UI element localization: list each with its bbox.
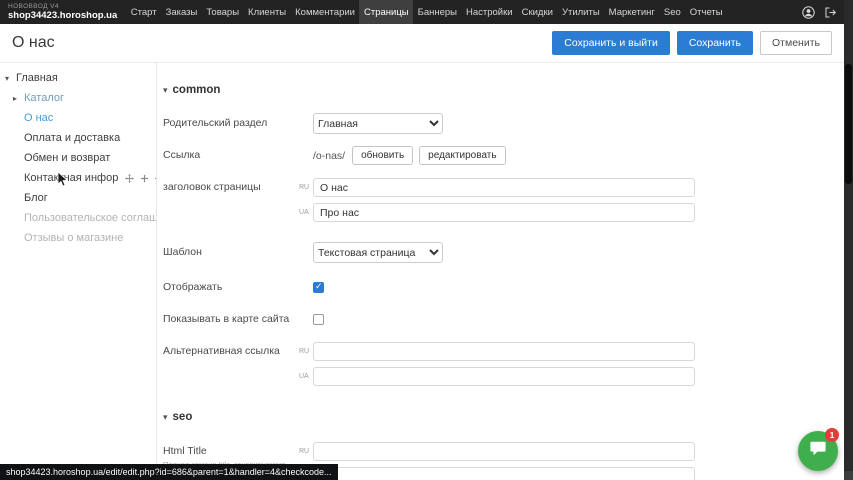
alt-link-ua-input[interactable] bbox=[313, 367, 695, 386]
brand-domain-label: shop34423.horoshop.ua bbox=[8, 11, 117, 21]
app-window: НОВОВВОД V4 shop34423.horoshop.ua Старт … bbox=[0, 0, 853, 480]
sidebar-item-about[interactable]: О нас bbox=[0, 108, 156, 128]
sitemap-label: Показывать в карте сайта bbox=[163, 313, 299, 326]
alt-link-row: Альтернативная ссылка RU UA bbox=[163, 342, 844, 386]
main-menu: Старт Заказы Товары Клиенты Комментарии … bbox=[126, 0, 727, 24]
template-select[interactable]: Текстовая страница bbox=[313, 242, 443, 263]
link-row: Ссылка /o-nas/ обновить редактировать bbox=[163, 146, 844, 165]
save-button[interactable]: Сохранить bbox=[677, 31, 753, 55]
template-label: Шаблон bbox=[163, 246, 299, 259]
sidebar-item-label: Обмен и возврат bbox=[24, 152, 110, 164]
sidebar-item-home[interactable]: ▾ Главная bbox=[0, 68, 156, 88]
page-title-row: заголовок страницы RU UA bbox=[163, 178, 844, 222]
link-refresh-button[interactable]: обновить bbox=[352, 146, 413, 165]
display-row: Отображать bbox=[163, 281, 844, 294]
caret-down-icon[interactable]: ▾ bbox=[5, 74, 14, 83]
lang-ua-label: UA bbox=[299, 373, 310, 380]
display-label: Отображать bbox=[163, 281, 299, 294]
vertical-scrollbar[interactable] bbox=[844, 0, 853, 480]
save-and-exit-button[interactable]: Сохранить и выйти bbox=[552, 31, 670, 55]
html-title-ru-input[interactable] bbox=[313, 442, 695, 461]
nav-banners[interactable]: Баннеры bbox=[413, 0, 461, 24]
nav-clients[interactable]: Клиенты bbox=[244, 0, 291, 24]
link-edit-button[interactable]: редактировать bbox=[419, 146, 505, 165]
caret-down-icon: ▾ bbox=[163, 85, 168, 96]
section-title: common bbox=[173, 84, 221, 96]
sidebar-item-exchange-return[interactable]: Обмен и возврат bbox=[0, 148, 156, 168]
nav-products[interactable]: Товары bbox=[202, 0, 244, 24]
sidebar-item-contact-info[interactable]: Контактная инфор bbox=[0, 168, 156, 188]
parent-section-label: Родительский раздел bbox=[163, 117, 299, 130]
page-edit-form: ▾ common Родительский раздел Главная Ссы… bbox=[157, 63, 844, 480]
page-title-label: заголовок страницы bbox=[163, 178, 299, 194]
brand-block: НОВОВВОД V4 shop34423.horoshop.ua bbox=[0, 4, 126, 21]
alt-link-label: Альтернативная ссылка bbox=[163, 342, 299, 358]
nav-seo[interactable]: Seo bbox=[659, 0, 685, 24]
nav-reports[interactable]: Отчеты bbox=[685, 0, 727, 24]
link-label: Ссылка bbox=[163, 149, 299, 162]
section-title: seo bbox=[173, 411, 193, 423]
alt-link-ru-input[interactable] bbox=[313, 342, 695, 361]
chat-launcher-button[interactable]: 1 bbox=[798, 431, 838, 471]
link-value: /o-nas/ bbox=[313, 150, 345, 162]
scrollbar-thumb[interactable] bbox=[845, 64, 852, 184]
nav-comments[interactable]: Комментарии bbox=[291, 0, 360, 24]
page-title-ua-input[interactable] bbox=[313, 203, 695, 222]
parent-section-row: Родительский раздел Главная bbox=[163, 113, 844, 134]
caret-right-icon[interactable]: ▸ bbox=[13, 94, 22, 103]
lang-ru-label: RU bbox=[299, 448, 310, 455]
top-nav: НОВОВВОД V4 shop34423.horoshop.ua Старт … bbox=[0, 0, 853, 24]
nav-settings[interactable]: Настройки bbox=[462, 0, 518, 24]
nav-start[interactable]: Старт bbox=[126, 0, 161, 24]
nav-utilities[interactable]: Утилиты bbox=[557, 0, 604, 24]
nav-pages[interactable]: Страницы bbox=[359, 0, 413, 24]
sidebar-item-catalog[interactable]: ▸ Каталог bbox=[0, 88, 156, 108]
page-title: О нас bbox=[12, 34, 55, 52]
sidebar-item-label: Оплата и доставка bbox=[24, 132, 120, 144]
sidebar-item-label: О нас bbox=[24, 112, 53, 124]
cancel-button[interactable]: Отменить bbox=[760, 31, 832, 55]
nav-discounts[interactable]: Скидки bbox=[517, 0, 557, 24]
chat-unread-badge: 1 bbox=[825, 428, 839, 442]
sidebar-item-reviews[interactable]: Отзывы о магазине bbox=[0, 228, 156, 248]
sidebar-item-label: Блог bbox=[24, 192, 48, 204]
body-area: ▾ Главная ▸ Каталог О нас Оплата и доста… bbox=[0, 63, 844, 480]
sidebar-item-label: Отзывы о магазине bbox=[24, 232, 123, 244]
header-actions: Сохранить и выйти Сохранить Отменить bbox=[552, 31, 832, 55]
nav-orders[interactable]: Заказы bbox=[161, 0, 202, 24]
parent-section-select[interactable]: Главная bbox=[313, 113, 443, 134]
lang-ru-label: RU bbox=[299, 348, 310, 355]
sidebar-item-label: Контактная инфор bbox=[24, 172, 118, 184]
pages-tree-sidebar: ▾ Главная ▸ Каталог О нас Оплата и доста… bbox=[0, 63, 157, 480]
template-row: Шаблон Текстовая страница bbox=[163, 242, 844, 263]
account-icon[interactable] bbox=[802, 6, 815, 19]
sidebar-item-label: Пользовательское соглашение bbox=[24, 212, 157, 224]
html-title-ua-input[interactable] bbox=[313, 467, 695, 480]
caret-down-icon: ▾ bbox=[163, 412, 168, 423]
move-icon[interactable] bbox=[123, 172, 136, 185]
add-page-icon[interactable] bbox=[138, 172, 151, 185]
lang-ua-label: UA bbox=[299, 209, 310, 216]
sitemap-row: Показывать в карте сайта bbox=[163, 313, 844, 326]
scrollbar-corner bbox=[844, 471, 853, 480]
sidebar-item-blog[interactable]: Блог bbox=[0, 188, 156, 208]
status-url-preview: shop34423.horoshop.ua/edit/edit.php?id=6… bbox=[0, 464, 338, 480]
sidebar-item-label: Главная bbox=[16, 72, 58, 84]
logout-icon[interactable] bbox=[824, 6, 837, 19]
page-header: О нас Сохранить и выйти Сохранить Отмени… bbox=[0, 24, 844, 63]
display-checkbox[interactable] bbox=[313, 282, 324, 293]
sidebar-item-user-agreement[interactable]: Пользовательское соглашение bbox=[0, 208, 156, 228]
chat-bubble-icon bbox=[809, 440, 827, 462]
section-seo-header[interactable]: ▾ seo bbox=[163, 410, 844, 424]
nav-marketing[interactable]: Маркетинг bbox=[604, 0, 659, 24]
sidebar-item-actions bbox=[123, 172, 157, 185]
sitemap-checkbox[interactable] bbox=[313, 314, 324, 325]
lang-ru-label: RU bbox=[299, 184, 310, 191]
sidebar-item-label: Каталог bbox=[24, 92, 64, 104]
section-common-header[interactable]: ▾ common bbox=[163, 83, 844, 97]
page-title-ru-input[interactable] bbox=[313, 178, 695, 197]
sidebar-item-payment-delivery[interactable]: Оплата и доставка bbox=[0, 128, 156, 148]
